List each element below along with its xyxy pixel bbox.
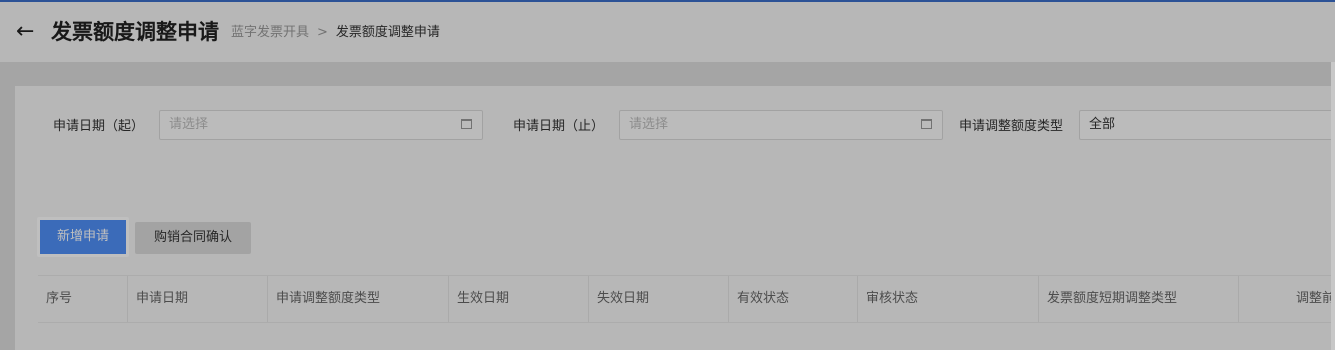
breadcrumb-item-current: 发票额度调整申请: [335, 25, 440, 40]
scrollbar[interactable]: [1331, 62, 1335, 350]
breadcrumb: 蓝字发票开具 > 发票额度调整申请: [231, 24, 440, 42]
column-header: 申请日期: [128, 276, 268, 322]
adjust-type-select[interactable]: 全部: [1079, 110, 1335, 140]
column-header: 发票额度短期调整类型: [1039, 276, 1239, 322]
column-header: 序号: [38, 276, 128, 322]
column-header: 审核状态: [858, 276, 1039, 322]
add-application-button[interactable]: 新增申请: [37, 217, 129, 257]
column-header: 有效状态: [729, 276, 858, 322]
column-header: 调整前: [1295, 291, 1335, 306]
contract-confirm-button[interactable]: 购销合同确认: [135, 222, 251, 254]
page-header: ← 发票额度调整申请 蓝字发票开具 > 发票额度调整申请: [0, 2, 1335, 62]
column-header: 生效日期: [449, 276, 589, 322]
table-header: 序号 申请日期 申请调整额度类型 生效日期 失效日期 有效状态 审核状态 发票额…: [38, 275, 1335, 323]
back-arrow-icon[interactable]: ←: [16, 18, 34, 46]
start-date-placeholder: 请选择: [169, 117, 209, 132]
start-date-picker[interactable]: 请选择: [159, 110, 483, 140]
start-date-label: 申请日期（起）: [53, 119, 145, 134]
column-header: 申请调整额度类型: [268, 276, 449, 322]
breadcrumb-separator: >: [317, 25, 328, 40]
end-date-picker[interactable]: 请选择: [619, 110, 943, 140]
breadcrumb-item-parent[interactable]: 蓝字发票开具: [231, 25, 309, 40]
end-date-label: 申请日期（止）: [513, 119, 605, 134]
adjust-type-label: 申请调整额度类型: [959, 119, 1064, 134]
adjust-type-value: 全部: [1089, 117, 1116, 132]
calendar-icon: [921, 119, 932, 129]
end-date-placeholder: 请选择: [629, 117, 669, 132]
column-header: 失效日期: [589, 276, 729, 322]
page-title: 发票额度调整申请: [51, 20, 219, 44]
calendar-icon: [461, 119, 472, 129]
